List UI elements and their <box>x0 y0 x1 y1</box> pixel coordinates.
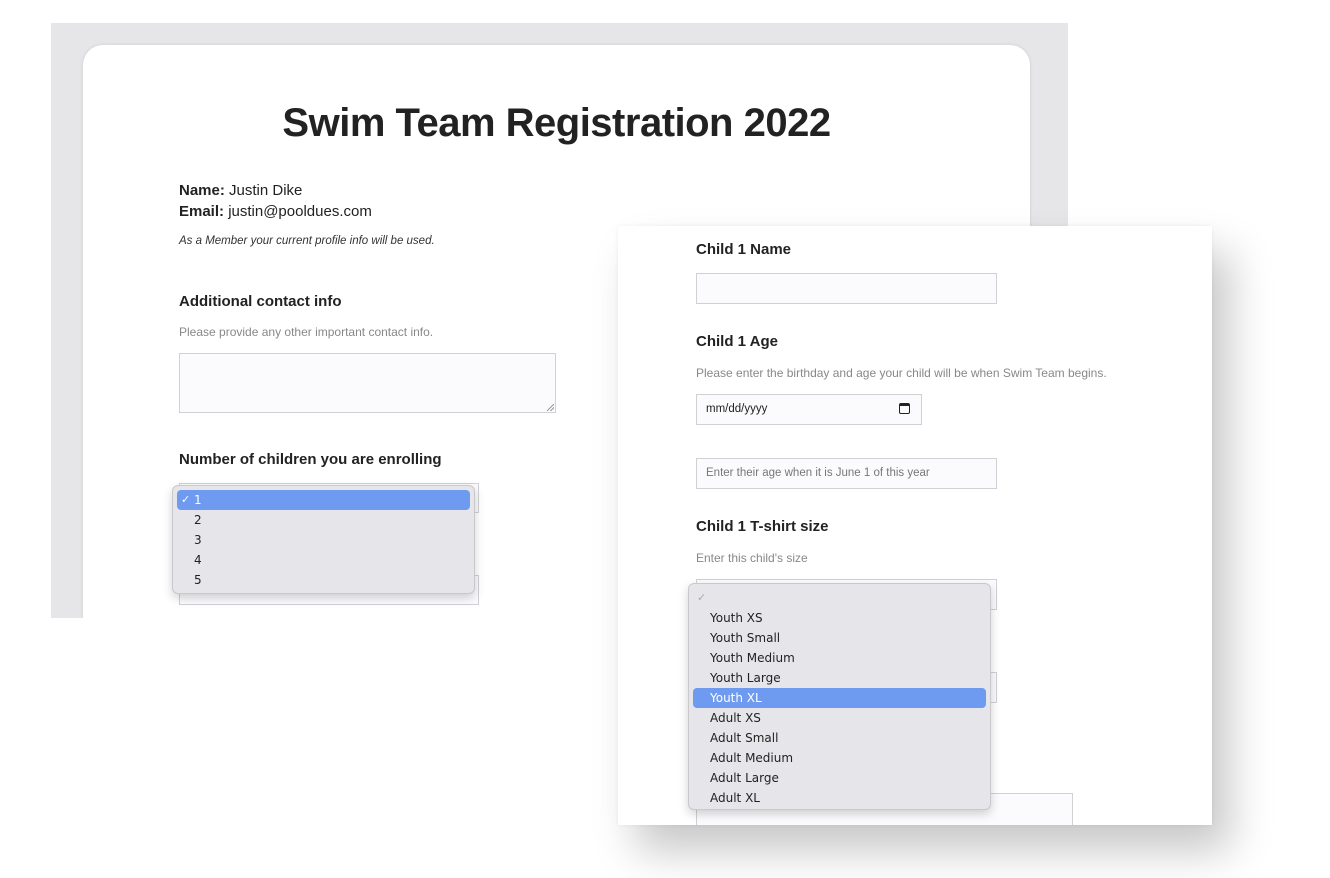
children-count-option[interactable]: ✓ 1 <box>177 490 470 510</box>
age-input[interactable]: Enter their age when it is June 1 of thi… <box>696 458 997 489</box>
children-count-label: Number of children you are enrolling <box>179 451 442 468</box>
additional-contact-help: Please provide any other important conta… <box>179 325 434 339</box>
calendar-icon[interactable] <box>899 403 910 414</box>
tshirt-option[interactable]: Youth Small <box>693 628 986 648</box>
checkmark-icon: ✓ <box>181 493 191 506</box>
children-count-option[interactable]: 5 <box>177 570 470 590</box>
tshirt-option[interactable]: Youth XS <box>693 608 986 628</box>
profile-note: As a Member your current profile info wi… <box>179 235 435 247</box>
children-count-dropdown: ✓ 1 2 3 4 5 <box>172 485 475 594</box>
tshirt-option[interactable]: Youth Large <box>693 668 986 688</box>
child-name-label: Child 1 Name <box>696 241 792 258</box>
resize-grip-icon[interactable] <box>547 404 554 411</box>
additional-contact-textarea[interactable] <box>179 353 556 413</box>
page-title: Swim Team Registration 2022 <box>282 101 831 145</box>
date-placeholder: mm/dd/yyyy <box>706 403 768 415</box>
member-profile: Name: Justin Dike Email: justin@pooldues… <box>179 180 372 222</box>
name-label: Name: <box>179 182 225 199</box>
tshirt-help: Enter this child's size <box>696 551 808 565</box>
tshirt-dropdown: ✓ Youth XS Youth Small Youth Medium Yout… <box>688 583 991 810</box>
child-age-help: Please enter the birthday and age your c… <box>696 366 1107 380</box>
name-value: Justin Dike <box>229 182 303 199</box>
tshirt-option-blank[interactable]: ✓ <box>693 588 986 608</box>
children-count-option[interactable]: 3 <box>177 530 470 550</box>
child-name-input[interactable] <box>696 273 997 304</box>
birthday-date-input[interactable]: mm/dd/yyyy <box>696 394 922 425</box>
additional-contact-label: Additional contact info <box>179 293 342 310</box>
tshirt-option[interactable]: Adult Medium <box>693 748 986 768</box>
email-label: Email: <box>179 203 225 220</box>
profile-email-row: Email: justin@pooldues.com <box>179 201 372 222</box>
checkmark-icon: ✓ <box>697 591 707 604</box>
tshirt-option[interactable]: Adult Small <box>693 728 986 748</box>
tshirt-option[interactable]: Adult Large <box>693 768 986 788</box>
child-age-label: Child 1 Age <box>696 333 778 350</box>
tshirt-option[interactable]: Adult XL <box>693 788 986 808</box>
children-count-option[interactable]: 2 <box>177 510 470 530</box>
age-placeholder: Enter their age when it is June 1 of thi… <box>706 467 930 479</box>
profile-name-row: Name: Justin Dike <box>179 180 372 201</box>
tshirt-option[interactable]: Adult XS <box>693 708 986 728</box>
tshirt-label: Child 1 T-shirt size <box>696 518 829 535</box>
tshirt-option-selected[interactable]: Youth XL <box>693 688 986 708</box>
children-count-option[interactable]: 4 <box>177 550 470 570</box>
tshirt-option[interactable]: Youth Medium <box>693 648 986 668</box>
email-value: justin@pooldues.com <box>228 203 372 220</box>
